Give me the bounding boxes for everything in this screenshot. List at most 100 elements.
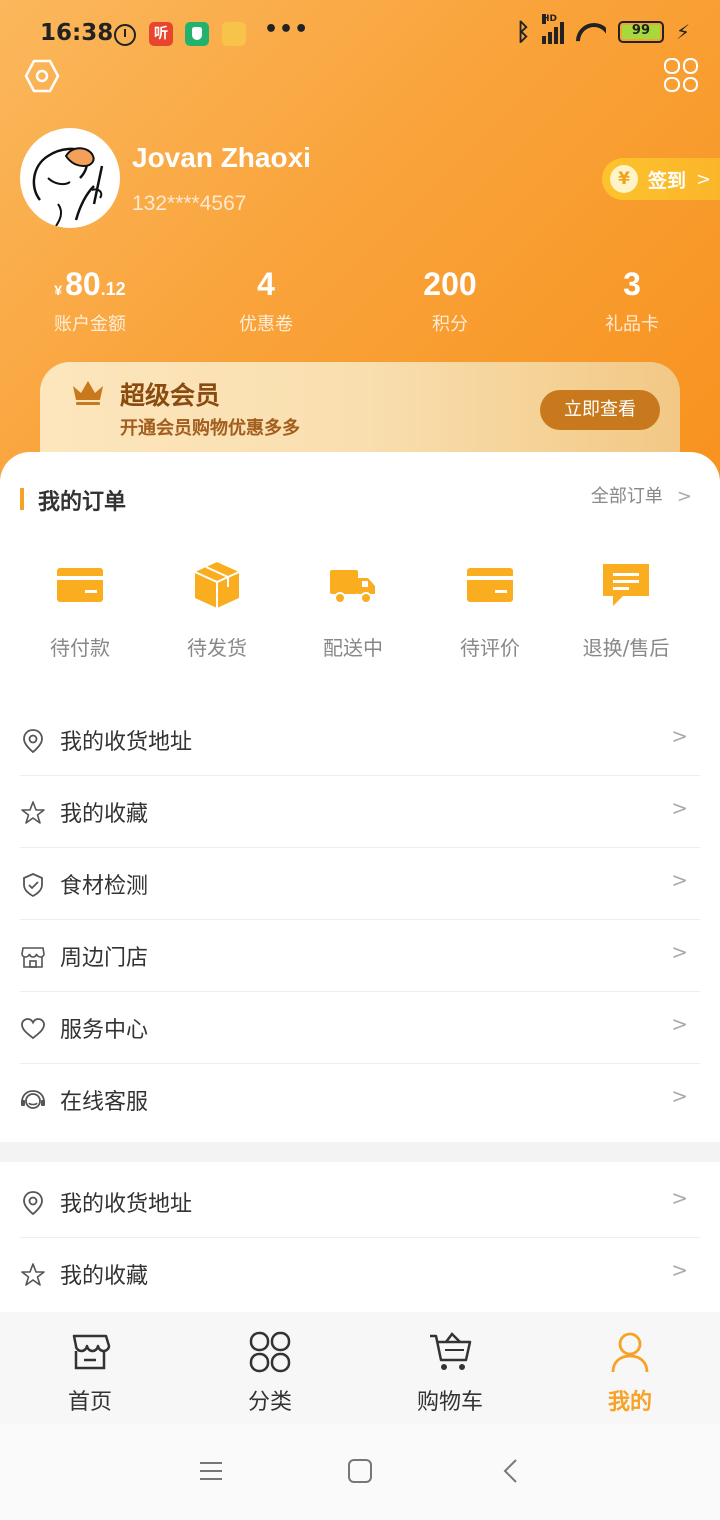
tab-label: 分类 <box>247 1390 292 1415</box>
menu-item-address[interactable]: 我的收货地址 > <box>20 1166 700 1238</box>
menu-item-online-support[interactable]: 在线客服 > <box>20 1064 700 1136</box>
order-pending-payment[interactable]: 待付款 <box>12 560 148 661</box>
secondary-menu: 我的收货地址 > 我的收藏 > <box>20 1166 700 1310</box>
orders-title: 我的订单 <box>38 490 127 515</box>
all-orders-label: 全部订单 <box>590 486 663 507</box>
settings-menu: 我的收货地址 > 我的收藏 > 食材检测 > 周边门店 > 服务中心 > 在线客… <box>20 704 700 1136</box>
avatar[interactable] <box>20 128 120 228</box>
heart-icon <box>21 1018 45 1040</box>
home-square-icon[interactable] <box>347 1458 373 1484</box>
chevron-right-icon: > <box>696 168 712 190</box>
order-status-row: 待付款 待发货 配送中 待评价 退换/售后 <box>0 560 720 670</box>
chevron-right-icon: > <box>671 1186 688 1210</box>
order-label: 配送中 <box>323 636 383 660</box>
card-icon <box>57 568 103 602</box>
menu-label: 我的收藏 <box>60 802 149 827</box>
username: Jovan Zhaoxi <box>132 142 311 173</box>
battery-level-text: 99 <box>631 23 650 38</box>
orders-and-menu-card: 我的订单 全部订单 > 待付款 待发货 配送中 待评价 退换/售后 我的收货地址… <box>0 452 720 1142</box>
menu-item-favorites[interactable]: 我的收藏 > <box>20 1238 700 1310</box>
order-pending-review[interactable]: 待评价 <box>422 560 558 661</box>
order-label: 待付款 <box>50 636 110 660</box>
category-grid-icon <box>249 1331 291 1373</box>
menu-label: 我的收货地址 <box>60 730 193 755</box>
chevron-right-icon: > <box>671 940 688 964</box>
menu-item-favorites[interactable]: 我的收藏 > <box>20 776 700 848</box>
currency-symbol: ¥ <box>54 282 63 298</box>
tab-home[interactable]: 首页 <box>0 1312 180 1424</box>
menu-item-address[interactable]: 我的收货地址 > <box>20 704 700 776</box>
star-icon <box>21 1263 45 1286</box>
menu-label: 食材检测 <box>60 874 149 899</box>
menu-label: 我的收藏 <box>60 1264 149 1289</box>
security-app-icon <box>185 22 209 46</box>
chevron-right-icon: > <box>671 1012 688 1036</box>
apps-grid-icon[interactable] <box>664 58 698 92</box>
user-icon <box>611 1332 649 1373</box>
status-bar: 16:38 听 ••• HD 99 ⚡ <box>0 0 720 70</box>
order-label: 退换/售后 <box>582 636 670 660</box>
stat-value: 3 <box>623 266 641 302</box>
stat-balance[interactable]: ¥80.12 账户金额 <box>0 262 180 336</box>
system-navigation-bar <box>0 1424 720 1520</box>
cart-icon <box>430 1332 472 1370</box>
gallery-app-icon <box>222 22 246 46</box>
location-icon <box>23 1191 43 1216</box>
home-store-icon <box>72 1334 111 1370</box>
order-after-sales[interactable]: 退换/售后 <box>558 560 694 661</box>
chevron-right-icon: > <box>671 1258 688 1282</box>
stat-coupons[interactable]: 4 优惠卷 <box>176 262 356 336</box>
settings-icon[interactable] <box>24 58 60 94</box>
stat-points[interactable]: 200 积分 <box>360 262 540 336</box>
stat-value: 4 <box>257 266 275 302</box>
phone-number: 132****4567 <box>132 192 247 215</box>
tab-label: 购物车 <box>416 1390 483 1415</box>
shield-check-icon <box>23 873 43 898</box>
stat-decimal: .12 <box>100 279 126 299</box>
hd-label: HD <box>541 14 557 24</box>
menu-label: 在线客服 <box>60 1090 149 1115</box>
tab-cart[interactable]: 购物车 <box>360 1312 540 1424</box>
vip-title: 超级会员 <box>120 381 221 410</box>
tab-category[interactable]: 分类 <box>180 1312 360 1424</box>
order-delivering[interactable]: 配送中 <box>285 560 421 661</box>
location-icon <box>23 729 43 754</box>
more-notifications-icon: ••• <box>264 17 310 42</box>
bluetooth-icon <box>516 20 530 44</box>
chevron-right-icon: > <box>671 1084 688 1108</box>
tab-label: 我的 <box>607 1390 652 1415</box>
chevron-right-icon: > <box>676 486 692 507</box>
store-icon <box>21 947 45 968</box>
status-time: 16:38 <box>40 20 114 46</box>
tab-label: 首页 <box>67 1390 112 1415</box>
stat-gift-cards[interactable]: 3 礼品卡 <box>542 262 720 336</box>
stat-label: 积分 <box>432 314 468 335</box>
chevron-right-icon: > <box>671 796 688 820</box>
menu-item-nearby-stores[interactable]: 周边门店 > <box>20 920 700 992</box>
chevron-right-icon: > <box>671 724 688 748</box>
stat-label: 账户金额 <box>54 314 126 335</box>
stat-label: 礼品卡 <box>605 314 659 335</box>
message-icon <box>603 564 649 606</box>
crown-icon <box>73 381 103 405</box>
account-stats: ¥80.12 账户金额 4 优惠卷 200 积分 3 礼品卡 <box>0 262 720 342</box>
box-icon <box>194 562 240 608</box>
tab-mine[interactable]: 我的 <box>540 1312 720 1424</box>
battery-icon: 99 <box>617 21 664 43</box>
signin-button[interactable]: ¥ 签到 > <box>602 158 720 200</box>
truck-icon <box>330 570 375 604</box>
all-orders-link[interactable]: 全部订单 > <box>591 482 692 508</box>
star-icon <box>21 801 45 824</box>
headset-icon <box>21 1090 45 1109</box>
menu-item-service-center[interactable]: 服务中心 > <box>20 992 700 1064</box>
chevron-right-icon: > <box>671 868 688 892</box>
order-label: 待发货 <box>187 636 247 660</box>
coin-icon: ¥ <box>610 165 638 193</box>
back-icon[interactable] <box>498 1458 524 1484</box>
app-notification-icon: 听 <box>149 22 173 46</box>
menu-icon[interactable] <box>198 1458 224 1484</box>
section-accent-bar <box>20 488 24 510</box>
vip-view-button[interactable]: 立即查看 <box>540 390 660 430</box>
menu-item-food-testing[interactable]: 食材检测 > <box>20 848 700 920</box>
order-pending-shipment[interactable]: 待发货 <box>149 560 285 661</box>
